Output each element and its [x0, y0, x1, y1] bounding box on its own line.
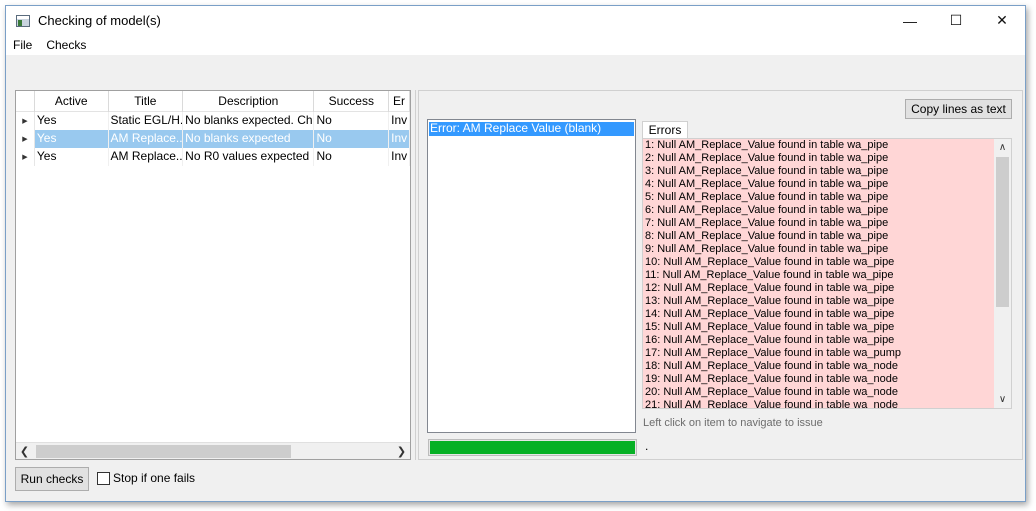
cell-active: Yes: [34, 130, 109, 148]
error-line[interactable]: 18: Null AM_Replace_Value found in table…: [643, 360, 1011, 373]
error-line[interactable]: 1: Null AM_Replace_Value found in table …: [643, 139, 1011, 152]
minimize-icon[interactable]: —: [887, 6, 933, 35]
error-line[interactable]: 2: Null AM_Replace_Value found in table …: [643, 152, 1011, 165]
scrollbar-thumb[interactable]: [996, 157, 1009, 307]
window-title: Checking of model(s): [38, 13, 161, 28]
cell-description: No blanks expected: [183, 130, 315, 148]
table-row[interactable]: ▶ Yes AM Replace... No blanks expected N…: [16, 130, 410, 148]
scroll-left-icon[interactable]: ❮: [16, 443, 33, 459]
menu-file[interactable]: File: [6, 38, 39, 52]
close-icon[interactable]: ✕: [979, 6, 1025, 35]
cell-active: Yes: [35, 148, 109, 166]
window-controls: — ☐ ✕: [887, 6, 1025, 35]
row-expand-icon[interactable]: ▶: [16, 112, 35, 130]
error-line[interactable]: 11: Null AM_Replace_Value found in table…: [643, 269, 1011, 282]
error-line[interactable]: 16: Null AM_Replace_Value found in table…: [643, 334, 1011, 347]
error-line[interactable]: 15: Null AM_Replace_Value found in table…: [643, 321, 1011, 334]
checks-grid[interactable]: Active Title Description Success Er ▶ Ye…: [15, 90, 411, 460]
cell-success: No: [314, 148, 390, 166]
cell-errors: Inv: [389, 148, 410, 166]
error-line[interactable]: 20: Null AM_Replace_Value found in table…: [643, 386, 1011, 399]
tab-errors[interactable]: Errors: [642, 121, 688, 139]
column-header-active[interactable]: Active: [35, 91, 109, 112]
error-lines-list[interactable]: 1: Null AM_Replace_Value found in table …: [642, 138, 1012, 409]
cell-errors: Inv: [389, 112, 410, 130]
menu-checks[interactable]: Checks: [39, 38, 93, 52]
grid-header: Active Title Description Success Er: [16, 91, 410, 112]
cell-description: No blanks expected. Ch...: [183, 112, 315, 130]
title-bar: Checking of model(s) — ☐ ✕: [6, 6, 1025, 35]
error-line[interactable]: 7: Null AM_Replace_Value found in table …: [643, 217, 1011, 230]
row-expand-icon[interactable]: ▶: [16, 148, 35, 166]
error-line[interactable]: 13: Null AM_Replace_Value found in table…: [643, 295, 1011, 308]
row-header-corner: [16, 91, 35, 112]
results-panel: Copy lines as text Error: AM Replace Val…: [418, 90, 1023, 460]
scroll-down-icon[interactable]: ∨: [994, 391, 1011, 408]
error-line[interactable]: 6: Null AM_Replace_Value found in table …: [643, 204, 1011, 217]
column-header-errors[interactable]: Er: [389, 91, 410, 112]
error-line[interactable]: 19: Null AM_Replace_Value found in table…: [643, 373, 1011, 386]
cell-active: Yes: [35, 112, 109, 130]
error-line[interactable]: 10: Null AM_Replace_Value found in table…: [643, 256, 1011, 269]
panel-splitter[interactable]: [415, 90, 417, 460]
row-expand-icon[interactable]: ▶: [16, 130, 35, 148]
error-line[interactable]: 9: Null AM_Replace_Value found in table …: [643, 243, 1011, 256]
error-line[interactable]: 8: Null AM_Replace_Value found in table …: [643, 230, 1011, 243]
progress-bar: [428, 439, 637, 456]
error-line[interactable]: 3: Null AM_Replace_Value found in table …: [643, 165, 1011, 178]
cell-title: AM Replace...: [109, 148, 184, 166]
table-row[interactable]: ▶ Yes AM Replace... No R0 values expecte…: [16, 148, 410, 166]
error-type-list[interactable]: Error: AM Replace Value (blank): [427, 119, 636, 433]
scroll-right-icon[interactable]: ❯: [393, 443, 410, 459]
cell-success: No: [314, 112, 390, 130]
error-line[interactable]: 5: Null AM_Replace_Value found in table …: [643, 191, 1011, 204]
cell-success: No: [314, 130, 390, 148]
error-lines-container: 1: Null AM_Replace_Value found in table …: [643, 139, 1011, 408]
scrollbar-thumb[interactable]: [36, 445, 291, 458]
cell-description: No R0 values expected: [183, 148, 315, 166]
column-header-description[interactable]: Description: [183, 91, 315, 112]
stop-if-fails-checkbox[interactable]: [97, 472, 110, 485]
error-lines-vertical-scrollbar[interactable]: ∧ ∨: [994, 139, 1011, 408]
scroll-up-icon[interactable]: ∧: [994, 139, 1011, 156]
column-header-title[interactable]: Title: [109, 91, 184, 112]
run-checks-button[interactable]: Run checks: [15, 467, 89, 491]
app-icon: [16, 14, 30, 27]
bottom-bar: Run checks Stop if one fails: [6, 464, 1025, 502]
error-line[interactable]: 17: Null AM_Replace_Value found in table…: [643, 347, 1011, 360]
column-header-success[interactable]: Success: [314, 91, 390, 112]
error-line[interactable]: 14: Null AM_Replace_Value found in table…: [643, 308, 1011, 321]
menu-bar: File Checks: [6, 35, 1025, 55]
error-line[interactable]: 21: Null AM_Replace_Value found in table…: [643, 399, 1011, 408]
error-line[interactable]: 12: Null AM_Replace_Value found in table…: [643, 282, 1011, 295]
cell-title: Static EGL/H...: [109, 112, 184, 130]
copy-lines-button[interactable]: Copy lines as text: [905, 99, 1012, 119]
maximize-icon[interactable]: ☐: [933, 6, 979, 35]
progress-fill: [430, 441, 635, 454]
progress-label: .: [645, 439, 649, 453]
table-row[interactable]: ▶ Yes Static EGL/H... No blanks expected…: [16, 112, 410, 130]
grid-horizontal-scrollbar[interactable]: ❮ ❯: [16, 442, 410, 459]
checking-window: Checking of model(s) — ☐ ✕ File Checks A…: [5, 5, 1026, 502]
cell-title: AM Replace...: [108, 130, 184, 148]
cell-errors: Inv: [389, 130, 410, 148]
error-line[interactable]: 4: Null AM_Replace_Value found in table …: [643, 178, 1011, 191]
list-item[interactable]: Error: AM Replace Value (blank): [429, 122, 634, 136]
navigation-hint: Left click on item to navigate to issue: [643, 417, 823, 429]
stop-if-fails-label: Stop if one fails: [113, 471, 196, 485]
